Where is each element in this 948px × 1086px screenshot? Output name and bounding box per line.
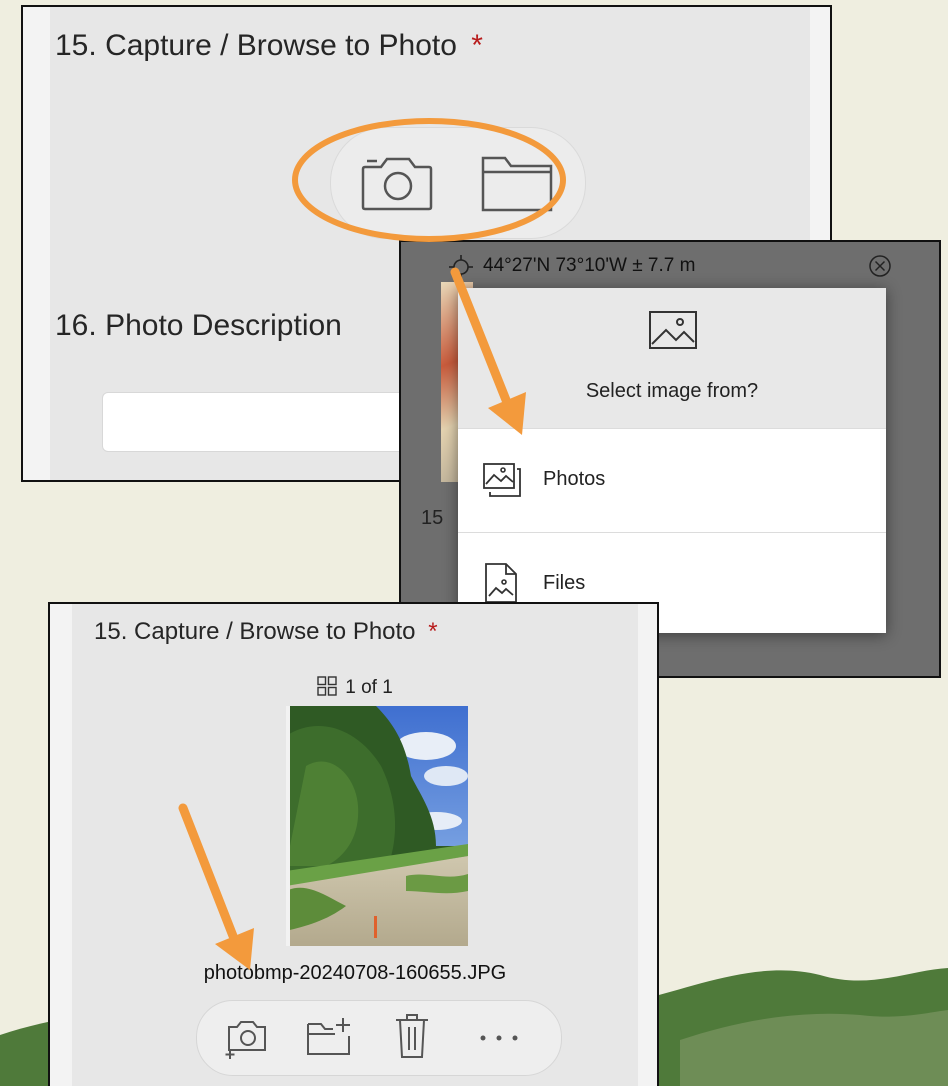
photo-toolbar [196, 1000, 562, 1076]
photos-icon [483, 463, 521, 497]
form-panel-result: 15. Capture / Browse to Photo * 1 of 1 p… [48, 602, 659, 1086]
image-icon [649, 311, 697, 349]
question-number-behind: 15 [421, 507, 444, 529]
trash-icon[interactable] [395, 1013, 429, 1059]
folder-icon[interactable] [479, 150, 555, 214]
divider [458, 532, 886, 533]
photo-filename: photobmp-20240708-160655.JPG [203, 962, 507, 984]
capture-options-pill [330, 127, 586, 239]
location-crosshair-icon [449, 255, 473, 279]
photo-thumbnail[interactable] [286, 706, 468, 946]
question-number: 15. [94, 618, 128, 645]
option-photos[interactable]: Photos [458, 430, 886, 530]
dialog-header: Select image from? [458, 288, 886, 428]
required-asterisk: * [471, 29, 483, 62]
question-number: 15. [55, 29, 97, 62]
grid-icon[interactable] [317, 676, 337, 696]
question-label: Capture / Browse to Photo [105, 29, 457, 62]
question-number: 16. [55, 309, 97, 342]
photo-counter: 1 of 1 [72, 676, 638, 699]
image-file-icon [485, 563, 517, 603]
question-15-title: 15. Capture / Browse to Photo * [94, 618, 438, 646]
question-16-title: 16. Photo Description [55, 309, 342, 343]
option-label: Files [543, 572, 586, 594]
camera-icon[interactable] [359, 153, 435, 213]
divider [458, 428, 886, 429]
add-folder-icon[interactable] [305, 1016, 353, 1056]
select-image-dialog: Select image from? Photos Files [458, 288, 886, 633]
counter-text: 1 of 1 [345, 677, 393, 698]
location-bar: 44°27'N 73°10'W ± 7.7 m [401, 242, 939, 290]
location-readout: 44°27'N 73°10'W ± 7.7 m [483, 255, 696, 276]
more-icon[interactable] [479, 1034, 519, 1042]
question-label: Capture / Browse to Photo [134, 618, 416, 645]
question-15-title: 15. Capture / Browse to Photo * [55, 29, 483, 63]
required-asterisk: * [428, 618, 438, 645]
close-icon[interactable] [868, 254, 892, 278]
question-label: Photo Description [105, 309, 342, 342]
option-label: Photos [543, 468, 606, 490]
form-field-background: 15. Capture / Browse to Photo * 1 of 1 p… [72, 604, 638, 1086]
dialog-title: Select image from? [585, 380, 759, 402]
photo-image [286, 706, 468, 946]
add-camera-icon[interactable] [225, 1018, 269, 1060]
